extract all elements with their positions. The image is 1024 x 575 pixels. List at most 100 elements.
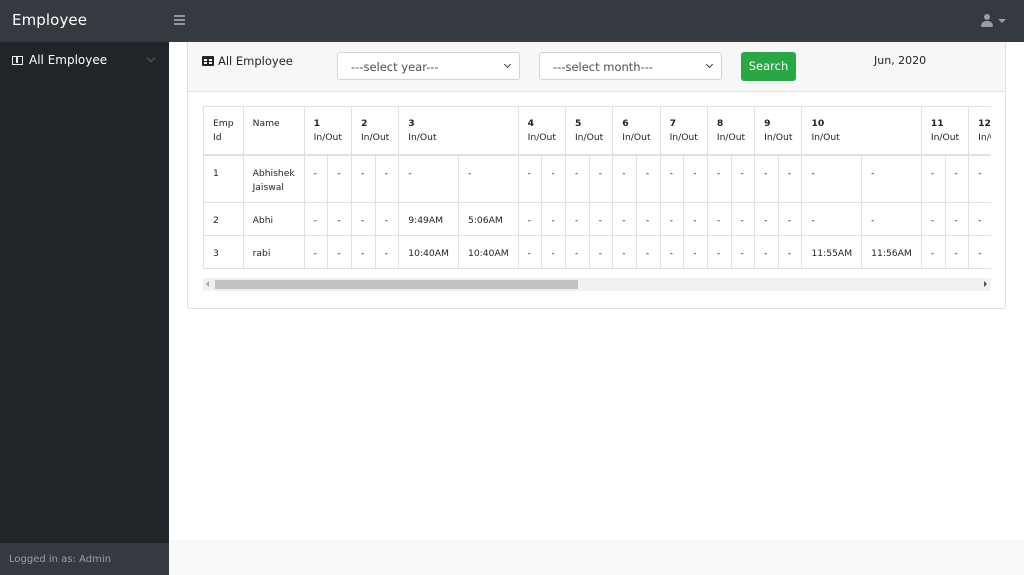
header-name: Name (242, 106, 305, 156)
time-in-cell: - (303, 202, 329, 236)
header-emp-id: Emp Id (203, 106, 244, 156)
time-in-cell: - (564, 202, 590, 236)
card-title: All Employee (202, 54, 293, 68)
time-out-cell: - (730, 202, 756, 236)
table-icon (202, 56, 214, 66)
logged-in-status: Logged in as: Admin (0, 543, 169, 575)
table-row: 3 rabi - - - -10:40AM 10:40AM - - - - - - - - - - - -11:55… (203, 235, 991, 269)
employee-card: All Employee ---select year--- ---select… (187, 42, 1006, 309)
year-select[interactable]: ---select year--- (337, 52, 520, 80)
time-in-cell: - (303, 154, 329, 203)
emp-name-cell: rabi (242, 235, 305, 269)
time-out-cell: - (777, 154, 803, 203)
day-number: 7 (669, 118, 676, 129)
time-out-cell: - (861, 154, 922, 203)
month-select-value: ---select month--- (553, 60, 654, 74)
time-in-cell: - (564, 235, 590, 269)
time-out-cell: - (777, 202, 803, 236)
time-out-cell: 11:56AM (861, 235, 922, 269)
time-in-cell: - (303, 235, 329, 269)
time-out-cell: - (588, 202, 614, 236)
table-row: 1 Abhishek Jaiswal - - - - - - - - - - - - - - - - - - - - - - -… (203, 154, 991, 203)
brand-title[interactable]: Employee (12, 11, 87, 29)
scrollbar-thumb[interactable] (215, 280, 578, 289)
time-out-cell: - (635, 154, 661, 203)
header-day: 5 In/Out (564, 106, 614, 156)
header-day: 2 In/Out (350, 106, 400, 156)
in-out-label: In/Out (622, 132, 651, 143)
year-select-value: ---select year--- (351, 60, 439, 74)
in-out-label: In/Out (527, 132, 556, 143)
day-number: 3 (408, 118, 415, 129)
header-day: 6 In/Out (612, 106, 661, 156)
time-out-cell: - (635, 235, 661, 269)
top-navbar: Employee (0, 0, 1024, 42)
time-out-cell: 5:06AM (457, 202, 519, 236)
horizontal-scrollbar[interactable] (203, 278, 991, 291)
day-number: 11 (930, 118, 944, 129)
emp-name-cell: Abhi (242, 202, 305, 236)
scroll-left-arrow-icon[interactable] (206, 281, 209, 287)
day-number: 9 (764, 118, 771, 129)
time-in-cell: - (659, 154, 685, 203)
time-out-cell: - (635, 202, 661, 236)
in-out-label: In/Out (716, 132, 746, 143)
chevron-down-icon (503, 60, 512, 69)
time-in-cell: - (612, 154, 637, 203)
emp-id-cell: 2 (203, 202, 244, 236)
day-number: 1 (313, 118, 321, 129)
month-select[interactable]: ---select month--- (539, 52, 722, 80)
in-out-label: In/Out (764, 132, 793, 143)
time-in-cell: - (517, 154, 543, 203)
time-in-cell: - (706, 235, 732, 269)
time-out-cell: - (777, 235, 803, 269)
user-menu[interactable] (981, 14, 1006, 27)
time-in-cell: - (350, 154, 376, 203)
time-in-cell: - (517, 235, 543, 269)
scroll-right-arrow-icon[interactable] (984, 281, 987, 287)
day-number: 10 (811, 118, 825, 129)
in-out-label: In/Out (930, 132, 960, 143)
in-out-label: In/Out (313, 132, 342, 143)
time-in-cell: 10:40AM (398, 235, 459, 269)
search-button[interactable]: Search (741, 52, 796, 81)
day-number: 8 (716, 118, 724, 129)
header-day: 11 In/Out (920, 106, 970, 156)
time-out-cell: - (541, 202, 566, 236)
time-in-cell: - (920, 235, 946, 269)
time-in-cell: - (920, 154, 946, 203)
time-in-cell: - (612, 235, 637, 269)
in-out-label: In/Out (574, 132, 604, 143)
time-out-cell: - (683, 202, 708, 236)
time-out-cell: - (327, 202, 352, 236)
time-out-cell: - (944, 235, 970, 269)
columns-icon (12, 56, 23, 65)
time-in-cell: - (920, 202, 946, 236)
header-day: 9 In/Out (754, 106, 803, 156)
time-out-cell: - (730, 235, 756, 269)
time-in-cell: - (612, 202, 637, 236)
card-title-text: All Employee (218, 54, 293, 68)
time-out-cell: 10:40AM (457, 235, 519, 269)
header-day: 8 In/Out (706, 106, 756, 156)
table-row: 2Abhi----9:49AM5:06AM------------------ (203, 202, 991, 236)
header-day: 3 In/Out (398, 106, 519, 156)
attendance-table-container: Emp Id Name 1 In/Out 2 In/Out 3 In/Out 4 In/Out… (203, 106, 991, 270)
time-in-cell: - (968, 235, 991, 269)
time-out-cell: - (944, 202, 970, 236)
sidebar-item-all-employee[interactable]: All Employee (0, 42, 169, 80)
time-out-cell: - (457, 154, 519, 203)
header-day: 7 In/Out (659, 106, 708, 156)
table-header-row: Emp Id Name 1 In/Out 2 In/Out 3 In/Out 4 In/Out… (203, 106, 991, 156)
time-in-cell: - (517, 202, 543, 236)
menu-toggle-icon[interactable] (174, 15, 185, 26)
in-out-label: In/Out (360, 132, 390, 143)
card-header: All Employee ---select year--- ---select… (188, 42, 1005, 92)
header-day: 12 In/Out (968, 106, 991, 156)
time-in-cell: - (754, 154, 779, 203)
day-number: 6 (622, 118, 629, 129)
time-in-cell: - (801, 202, 863, 236)
time-in-cell: - (350, 235, 376, 269)
in-out-label: In/Out (669, 132, 698, 143)
time-out-cell: - (541, 154, 566, 203)
